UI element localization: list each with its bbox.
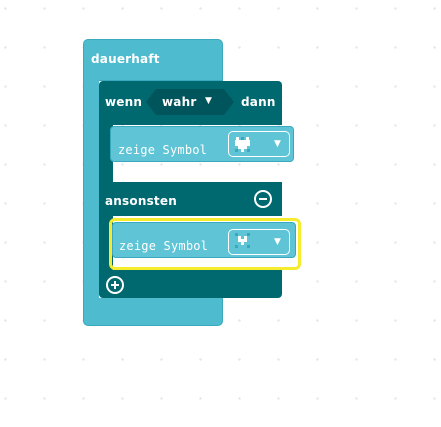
condition-value: wahr	[162, 95, 197, 109]
plus-circle-icon[interactable]	[106, 276, 124, 294]
heart-icon	[234, 135, 252, 153]
minus-circle-icon[interactable]	[254, 190, 272, 208]
then-label: dann	[241, 95, 276, 109]
if-label: wenn	[105, 95, 143, 109]
show-icon-label-then: zeige Symbol	[118, 143, 208, 157]
forever-label: dauerhaft	[91, 52, 160, 66]
condition-dropdown-arrow[interactable]: ▼	[205, 96, 212, 106]
if-else-block-bottom[interactable]	[99, 270, 282, 298]
forever-block-arm[interactable]	[83, 78, 99, 318]
show-icon-label-else: zeige Symbol	[119, 239, 209, 253]
forever-block-bottom[interactable]	[83, 298, 223, 326]
icon-picker-else-arrow[interactable]: ▼	[274, 237, 281, 247]
small-heart-icon	[234, 232, 252, 250]
else-label: ansonsten	[105, 194, 177, 208]
icon-picker-then-arrow[interactable]: ▼	[274, 139, 281, 149]
